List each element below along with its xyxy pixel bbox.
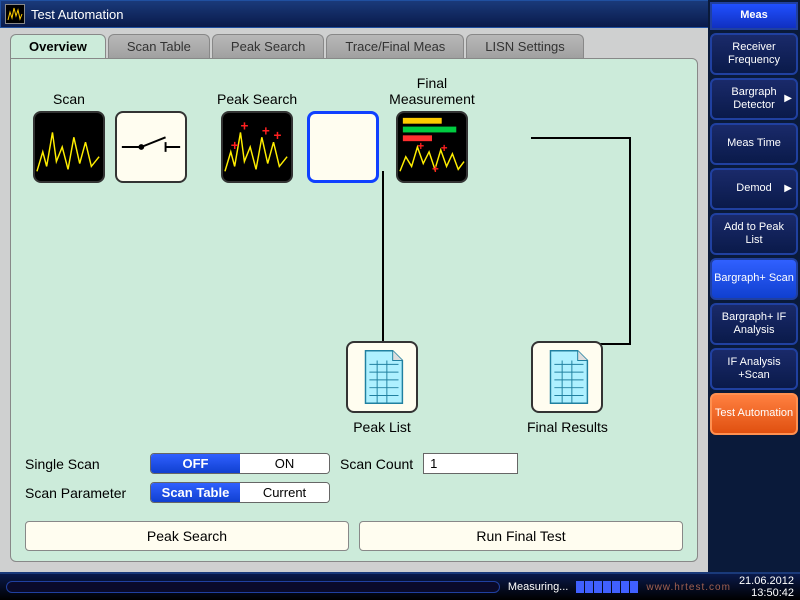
sidebar-header-meas[interactable]: Meas xyxy=(710,2,798,30)
result-final-results: Final Results xyxy=(527,341,608,435)
sidebar-meas-time[interactable]: Meas Time xyxy=(710,123,798,165)
svg-text:+: + xyxy=(231,138,239,153)
tab-peak-search[interactable]: Peak Search xyxy=(212,34,324,58)
sidebar: Meas Receiver Frequency Bargraph Detecto… xyxy=(708,0,800,572)
document-icon xyxy=(533,343,601,411)
controls-area: Single Scan OFF ON Scan Count Scan Param… xyxy=(25,453,683,511)
titlebar: Test Automation xyxy=(0,0,800,28)
svg-text:+: + xyxy=(441,142,448,155)
flow-box-selected[interactable] xyxy=(307,111,379,183)
sidebar-add-to-peak-list[interactable]: Add to Peak List xyxy=(710,213,798,255)
window-title: Test Automation xyxy=(31,7,769,22)
single-scan-toggle[interactable]: OFF ON xyxy=(150,453,330,474)
flow-box-scan[interactable] xyxy=(33,111,105,183)
flow-box-final-meas[interactable]: + + + xyxy=(396,111,468,183)
sidebar-bargraph-detector[interactable]: Bargraph Detector▶ xyxy=(710,78,798,120)
flow-box-switch[interactable] xyxy=(115,111,187,183)
flow-diagram: Scan Peak Search + + xyxy=(23,71,685,183)
statusbar: Measuring... www.hrtest.com 21.06.2012 1… xyxy=(0,572,800,600)
scan-parameter-toggle[interactable]: Scan Table Current xyxy=(150,482,330,503)
flow-label-peak-search: Peak Search xyxy=(217,71,297,107)
run-final-test-button[interactable]: Run Final Test xyxy=(359,521,683,551)
peak-list-box[interactable] xyxy=(346,341,418,413)
sidebar-demod[interactable]: Demod▶ xyxy=(710,168,798,210)
datetime: 21.06.2012 13:50:42 xyxy=(739,575,794,599)
sidebar-receiver-frequency[interactable]: Receiver Frequency xyxy=(710,33,798,75)
final-results-box[interactable] xyxy=(531,341,603,413)
app-icon xyxy=(5,4,25,24)
single-scan-label: Single Scan xyxy=(25,456,140,472)
flow-label-scan: Scan xyxy=(53,71,85,107)
peak-list-label: Peak List xyxy=(353,419,411,435)
tab-lisn-settings[interactable]: LISN Settings xyxy=(466,34,584,58)
tab-scan-table[interactable]: Scan Table xyxy=(108,34,210,58)
svg-text:+: + xyxy=(417,140,424,153)
document-icon xyxy=(348,343,416,411)
svg-text:+: + xyxy=(274,128,282,143)
scan-count-label: Scan Count xyxy=(340,456,413,472)
single-scan-on[interactable]: ON xyxy=(240,454,329,473)
tab-overview[interactable]: Overview xyxy=(10,34,106,58)
progress-bars-icon xyxy=(576,581,638,593)
peak-search-button[interactable]: Peak Search xyxy=(25,521,349,551)
main-content: Overview Scan Table Peak Search Trace/Fi… xyxy=(0,28,708,572)
status-measuring: Measuring... xyxy=(508,581,569,593)
sidebar-test-automation[interactable]: Test Automation xyxy=(710,393,798,435)
scan-count-input[interactable] xyxy=(423,453,518,474)
tab-trace-final[interactable]: Trace/Final Meas xyxy=(326,34,464,58)
chevron-right-icon: ▶ xyxy=(784,93,792,105)
single-scan-off[interactable]: OFF xyxy=(151,454,240,473)
svg-text:+: + xyxy=(432,163,439,176)
chevron-right-icon: ▶ xyxy=(784,183,792,195)
overview-panel: Scan Peak Search + + xyxy=(10,58,698,562)
sidebar-bargraph-scan[interactable]: Bargraph+ Scan xyxy=(710,258,798,300)
status-time: 13:50:42 xyxy=(739,587,794,599)
progress-track xyxy=(6,581,500,593)
flow-box-peak-search[interactable]: + + + + xyxy=(221,111,293,183)
scan-param-table[interactable]: Scan Table xyxy=(151,483,240,502)
watermark: www.hrtest.com xyxy=(646,582,731,593)
scan-param-current[interactable]: Current xyxy=(240,483,329,502)
svg-text:+: + xyxy=(262,123,270,138)
final-results-label: Final Results xyxy=(527,419,608,435)
sidebar-if-analysis-scan[interactable]: IF Analysis +Scan xyxy=(710,348,798,390)
scan-parameter-label: Scan Parameter xyxy=(25,485,140,501)
action-buttons: Peak Search Run Final Test xyxy=(25,521,683,551)
tab-bar: Overview Scan Table Peak Search Trace/Fi… xyxy=(0,28,708,58)
sidebar-bargraph-if-analysis[interactable]: Bargraph+ IF Analysis xyxy=(710,303,798,345)
flow-label-final-meas: Final Measurement xyxy=(389,71,475,107)
svg-text:+: + xyxy=(241,118,249,133)
status-date: 21.06.2012 xyxy=(739,575,794,587)
result-peak-list: Peak List xyxy=(346,341,418,435)
